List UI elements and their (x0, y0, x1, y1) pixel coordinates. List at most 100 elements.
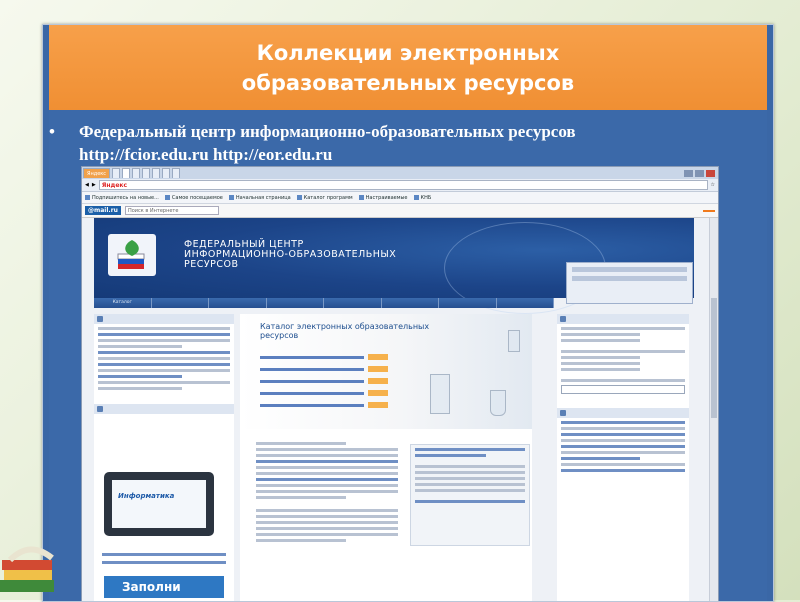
link-line[interactable] (102, 561, 226, 564)
left-column: Информатика Заполни (94, 314, 234, 601)
checkbox-option[interactable] (561, 339, 641, 342)
bookmark-label: КНБ (420, 194, 432, 201)
bookmark-label: Каталог программ (303, 194, 353, 201)
bookmark-item[interactable]: Начальная страница (228, 194, 291, 201)
right-column (557, 314, 689, 601)
nav-item-catalog[interactable]: Каталог (94, 298, 152, 308)
nav-item[interactable] (324, 298, 382, 308)
link-line[interactable] (256, 478, 398, 481)
link-line[interactable] (98, 333, 230, 336)
nav-item[interactable] (151, 298, 209, 308)
browser-scrollbar[interactable] (709, 218, 718, 601)
browser-tab[interactable] (112, 168, 121, 178)
text-line (561, 379, 685, 382)
nav-item[interactable] (381, 298, 439, 308)
nav-item[interactable] (439, 298, 497, 308)
bookmark-item[interactable]: Подпишитесь на новые... (85, 194, 159, 201)
catalog-row[interactable] (260, 366, 388, 372)
link-line[interactable] (102, 553, 226, 556)
bookmark-icon (85, 194, 90, 200)
link-line[interactable] (256, 460, 398, 463)
browser-tab[interactable] (132, 168, 141, 178)
nav-item[interactable] (266, 298, 324, 308)
nav-item[interactable] (496, 298, 554, 308)
browser-tab[interactable] (142, 168, 151, 178)
login-field[interactable] (572, 267, 687, 272)
checkbox-option[interactable] (561, 368, 641, 371)
level-select[interactable] (561, 385, 685, 394)
browser-tab[interactable] (172, 168, 181, 178)
close-icon[interactable] (706, 169, 715, 177)
catalog-row[interactable] (260, 378, 388, 384)
text-line (256, 448, 398, 451)
flask-graphic (430, 374, 450, 414)
catalog-row[interactable] (260, 354, 388, 360)
browser-tab[interactable]: Яндекс (83, 168, 111, 178)
checkbox-option[interactable] (561, 333, 641, 336)
text-line (98, 339, 230, 342)
browser-tab-bar: Яндекс (82, 167, 718, 179)
catalog-count (368, 354, 388, 360)
fill-banner[interactable]: Заполни (104, 576, 224, 598)
mail-search-input[interactable]: Поиск в Интернете (124, 206, 219, 215)
bookmark-icon (296, 194, 302, 200)
yandex-brand: Яндекс (101, 181, 128, 189)
bullet-item: • Федеральный центр информационно-образо… (49, 120, 757, 166)
login-panel (566, 262, 693, 304)
flag-book-icon (117, 240, 145, 269)
browser-tab[interactable] (122, 168, 131, 178)
password-field[interactable] (572, 276, 687, 281)
link-line[interactable] (98, 375, 182, 378)
catalog-row-text (260, 355, 364, 359)
link-line[interactable] (561, 421, 685, 424)
text-line (561, 463, 685, 466)
flask-graphic (490, 390, 506, 416)
slide-title-bar: Коллекции электронных образовательных ре… (49, 25, 767, 110)
browser-tab[interactable] (152, 168, 161, 178)
catalog-row[interactable] (260, 390, 388, 396)
maximize-icon[interactable] (695, 169, 704, 177)
text-line (415, 448, 525, 451)
browser-tab-label: Яндекс (87, 170, 107, 177)
catalog-row[interactable] (260, 402, 388, 408)
bookmark-icon (413, 194, 419, 200)
nav-item[interactable] (209, 298, 267, 308)
text-line (256, 442, 346, 445)
link-line[interactable] (98, 363, 230, 366)
link-line[interactable] (561, 433, 685, 436)
link-line[interactable] (561, 445, 685, 448)
bookmark-item[interactable]: Каталог программ (296, 194, 353, 201)
catalog-title-line-1: Каталог электронных образовательных (260, 322, 430, 331)
site-title-line-3: РЕСУРСОВ (184, 259, 239, 270)
minimize-icon[interactable] (684, 169, 693, 177)
bookmark-item[interactable]: Настраиваемые (358, 194, 408, 201)
checkbox-option[interactable] (561, 356, 641, 359)
star-icon[interactable]: ☆ (711, 182, 715, 188)
link-line[interactable] (561, 469, 685, 472)
bookmark-label: Начальная страница (235, 194, 291, 201)
bookmark-item[interactable]: КНБ (413, 194, 432, 201)
link-line[interactable] (415, 500, 525, 503)
catalog-row-text (260, 367, 364, 371)
link-line[interactable] (561, 457, 641, 460)
catalog-row-text (260, 379, 364, 383)
checkbox-option[interactable] (561, 362, 641, 365)
browser-screenshot: Яндекс ◀ ▶ Яндекс ☆ Подпишитесь на новые… (81, 166, 719, 601)
tablet-image[interactable]: Информатика (104, 472, 214, 536)
text-line (256, 484, 398, 487)
section-header (557, 314, 689, 324)
catalog-banner: Каталог электронных образовательных ресу… (240, 314, 532, 429)
address-bar-row: ◀ ▶ Яндекс ☆ (82, 179, 718, 192)
bookmark-item[interactable]: Самое посещаемое (164, 194, 223, 201)
address-input[interactable]: Яндекс (98, 180, 708, 190)
scrollbar-thumb[interactable] (711, 298, 717, 418)
link-line[interactable] (98, 351, 230, 354)
middle-column: Каталог электронных образовательных ресу… (240, 314, 532, 601)
browser-tab[interactable] (162, 168, 171, 178)
text-line (415, 489, 525, 492)
forward-icon[interactable]: ▶ (92, 182, 96, 188)
site-logo[interactable] (108, 234, 156, 276)
site-title: ФЕДЕРАЛЬНЫЙ ЦЕНТР ИНФОРМАЦИОННО-ОБРАЗОВА… (184, 240, 396, 270)
mail-button[interactable] (703, 209, 715, 212)
back-icon[interactable]: ◀ (85, 182, 89, 188)
